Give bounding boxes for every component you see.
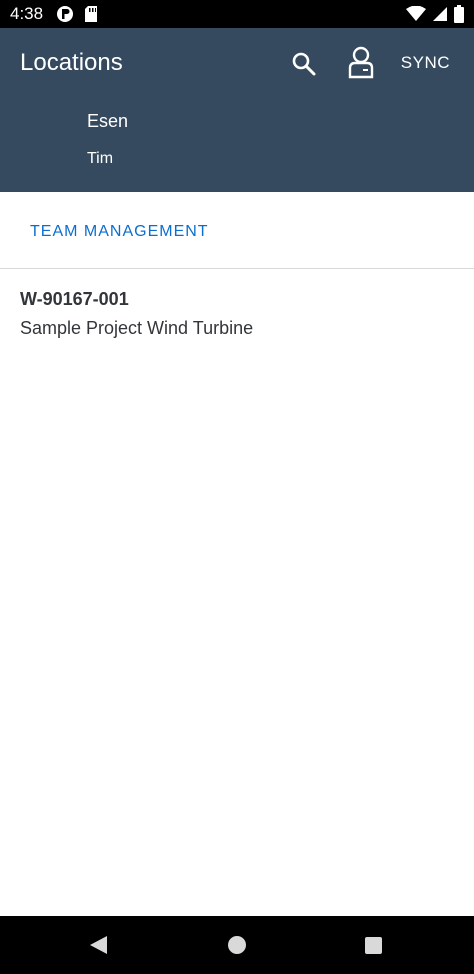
user-profile-button[interactable]	[347, 46, 375, 80]
search-button[interactable]	[290, 50, 318, 78]
app-header: Locations SYNC Esen Tim	[0, 28, 474, 192]
back-icon	[90, 936, 107, 954]
home-icon[interactable]	[228, 936, 246, 954]
location-name: Sample Project Wind Turbine	[20, 318, 254, 338]
list-item[interactable]: W-90167-001 Sample Project Wind Turbine	[0, 270, 474, 350]
battery-icon	[454, 5, 464, 28]
status-right-icons	[406, 5, 464, 28]
vpn-key-icon	[56, 5, 74, 28]
app-screen: 4:38 Locations SYNC Esen Tim TEAM MANAGE…	[0, 0, 474, 974]
recents-icon[interactable]	[365, 937, 382, 954]
wifi-icon	[406, 5, 426, 27]
team-management-link[interactable]: TEAM MANAGEMENT	[30, 222, 209, 242]
cell-signal-icon	[432, 6, 448, 27]
status-left-icons	[56, 5, 98, 28]
back-button[interactable]	[88, 935, 110, 955]
location-id: W-90167-001	[20, 289, 129, 309]
sd-card-icon	[84, 5, 98, 28]
header-user-second-name: Tim	[87, 150, 114, 167]
sync-button[interactable]: SYNC	[401, 52, 450, 74]
team-management-row: TEAM MANAGEMENT	[0, 192, 474, 269]
location-list: W-90167-001 Sample Project Wind Turbine	[0, 270, 474, 350]
system-nav-bar	[0, 916, 474, 974]
header-user-first-name: Esen	[87, 111, 129, 131]
status-time: 4:38	[10, 4, 44, 23]
user-icon	[348, 46, 374, 79]
status-bar: 4:38	[0, 0, 474, 28]
search-icon	[292, 52, 316, 76]
page-title: Locations	[20, 49, 123, 76]
